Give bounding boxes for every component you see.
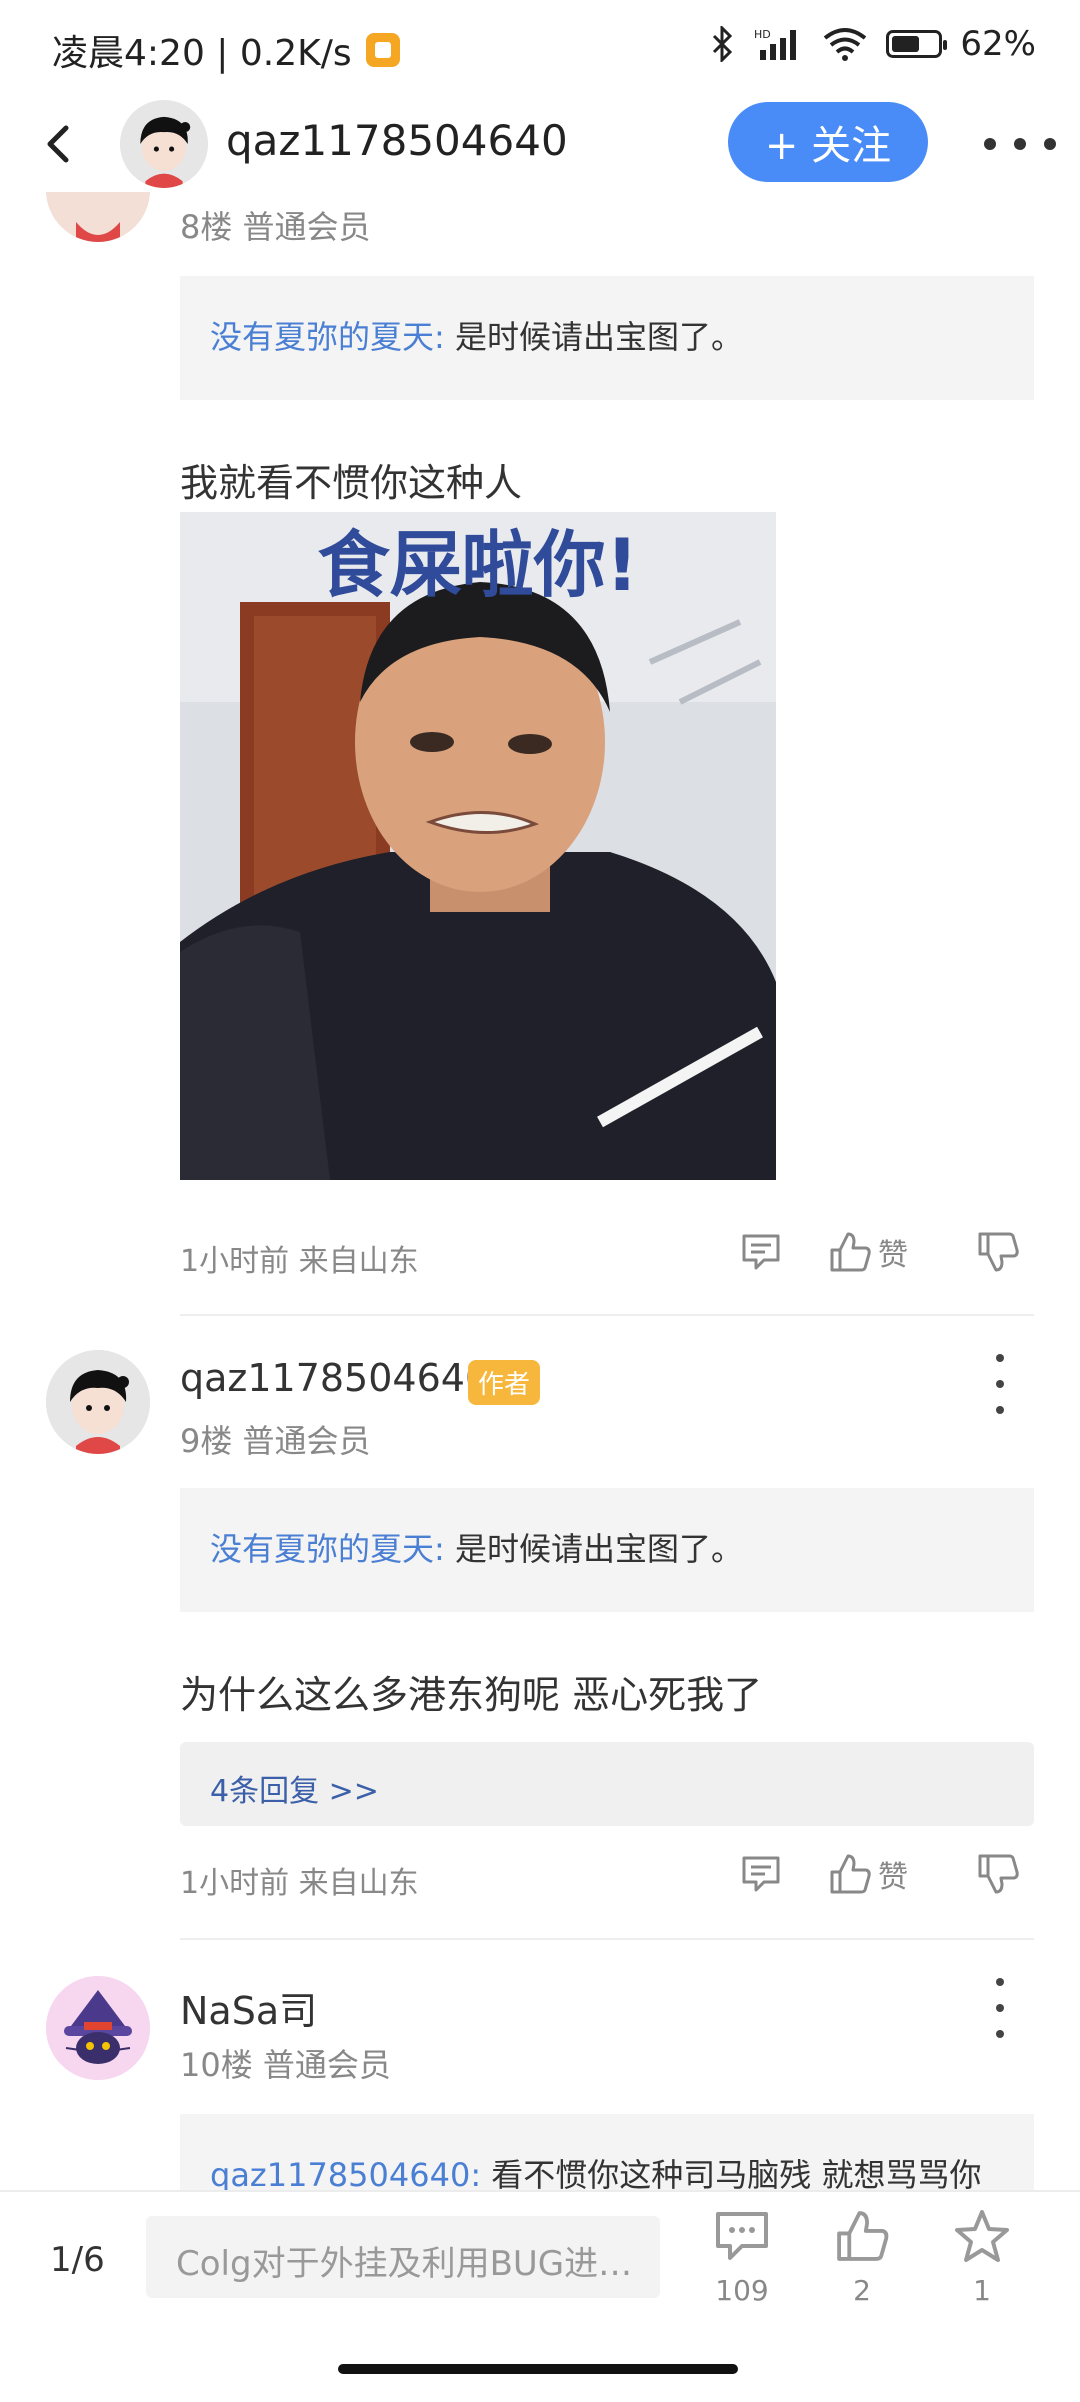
quoted-user-link[interactable]: qaz1178504640:: [210, 2156, 481, 2190]
meme-caption: 食屎啦你!: [318, 523, 639, 607]
quoted-reply: 没有夏弥的夏天: 是时候请出宝图了。: [180, 276, 1034, 400]
post-time-location: 1小时前 来自山东: [180, 1866, 419, 1901]
back-arrow-icon: [47, 125, 69, 163]
quoted-reply: qaz1178504640: 看不惯你这种司马脑残 就想骂骂你: [180, 2114, 1034, 2190]
comments-button[interactable]: 109: [700, 2208, 784, 2307]
svg-text:HD: HD: [754, 28, 771, 41]
battery-percent: 62%: [960, 24, 1036, 64]
divider: [180, 1314, 1034, 1316]
nav-username[interactable]: qaz1178504640: [226, 116, 568, 165]
comment-text: 为什么这么多港东狗呢 恶心死我了: [180, 1673, 763, 1717]
status-right: HD 62%: [710, 24, 1036, 64]
floor-member-info: 8楼 普通会员: [180, 208, 371, 246]
comment-icon: [742, 1856, 780, 1892]
quoted-reply: 没有夏弥的夏天: 是时候请出宝图了。: [180, 1488, 1034, 1612]
dislike-button[interactable]: [976, 1230, 1020, 1274]
post-time-location: 1小时前 来自山东: [180, 1244, 419, 1279]
follow-button[interactable]: + 关注: [728, 102, 928, 182]
status-time-speed: 凌晨4:20 | 0.2K/s: [52, 33, 352, 74]
like-label: 赞: [878, 1860, 908, 1895]
view-replies-link[interactable]: 4条回复 >>: [180, 1742, 1034, 1826]
post-more-button[interactable]: [988, 1354, 1012, 1414]
battery-icon: [886, 30, 948, 58]
like-button[interactable]: 赞: [828, 1852, 908, 1896]
comment-bubble-icon: [716, 2212, 768, 2260]
nav-avatar[interactable]: [120, 100, 208, 188]
quoted-text: 看不惯你这种司马脑残 就想骂骂你: [481, 2156, 982, 2190]
quoted-user-link[interactable]: 没有夏弥的夏天:: [210, 1530, 445, 1568]
post-username[interactable]: qaz1178504640: [180, 1356, 489, 1400]
top-nav-bar: qaz1178504640 + 关注: [0, 96, 1080, 192]
wifi-icon: [824, 28, 867, 61]
meme-image[interactable]: 食屎啦你!: [180, 512, 776, 1180]
thumbs-up-icon: [837, 2211, 889, 2261]
thumbs-down-icon: [978, 1232, 1019, 1272]
favorites-count: 1: [973, 2274, 991, 2307]
thumbs-up-icon: [830, 1854, 871, 1894]
reply-input[interactable]: Colg对于外挂及利用BUG进…: [146, 2216, 660, 2298]
divider: [180, 1938, 1034, 1940]
quoted-text: 是时候请出宝图了。: [444, 1530, 743, 1568]
back-button[interactable]: [32, 116, 88, 172]
thumbs-up-icon: [830, 1232, 871, 1272]
more-options-button[interactable]: [984, 120, 1056, 168]
favorite-button[interactable]: 1: [940, 2208, 1024, 2307]
post-content: 8楼 普通会员 没有夏弥的夏天: 是时候请出宝图了。 我就看不惯你这种人 食屎啦…: [0, 0, 1080, 2190]
reply-button[interactable]: [740, 1852, 782, 1894]
avatar[interactable]: [46, 1976, 150, 2080]
avatar[interactable]: [46, 1350, 150, 1454]
status-left: 凌晨4:20 | 0.2K/s: [52, 24, 400, 76]
bluetooth-icon: [713, 26, 733, 62]
page-indicator[interactable]: 1/6: [50, 2240, 105, 2280]
like-post-button[interactable]: 2: [820, 2208, 904, 2307]
post-more-button[interactable]: [988, 1978, 1012, 2038]
star-icon: [955, 2210, 1009, 2262]
likes-count: 2: [853, 2274, 871, 2307]
dislike-button[interactable]: [976, 1852, 1020, 1896]
post-username[interactable]: NaSa司: [180, 1980, 317, 2035]
status-bar: 凌晨4:20 | 0.2K/s HD 62%: [0, 0, 1080, 96]
reply-button[interactable]: [740, 1230, 782, 1272]
signal-icon: HD: [754, 28, 797, 60]
comment-icon: [742, 1234, 780, 1270]
home-indicator[interactable]: [338, 2364, 738, 2374]
author-badge: 作者: [468, 1360, 541, 1405]
quoted-user-link[interactable]: 没有夏弥的夏天:: [210, 318, 445, 356]
floor-member-info: 10楼 普通会员: [180, 2046, 391, 2084]
quoted-text: 是时候请出宝图了。: [444, 318, 743, 356]
comment-text: 我就看不惯你这种人: [180, 461, 523, 505]
like-label: 赞: [878, 1238, 908, 1273]
notification-app-icon: [365, 33, 400, 67]
comments-count: 109: [715, 2274, 769, 2307]
like-button[interactable]: 赞: [828, 1230, 908, 1274]
floor-member-info: 9楼 普通会员: [180, 1422, 371, 1460]
thumbs-down-icon: [978, 1854, 1019, 1894]
